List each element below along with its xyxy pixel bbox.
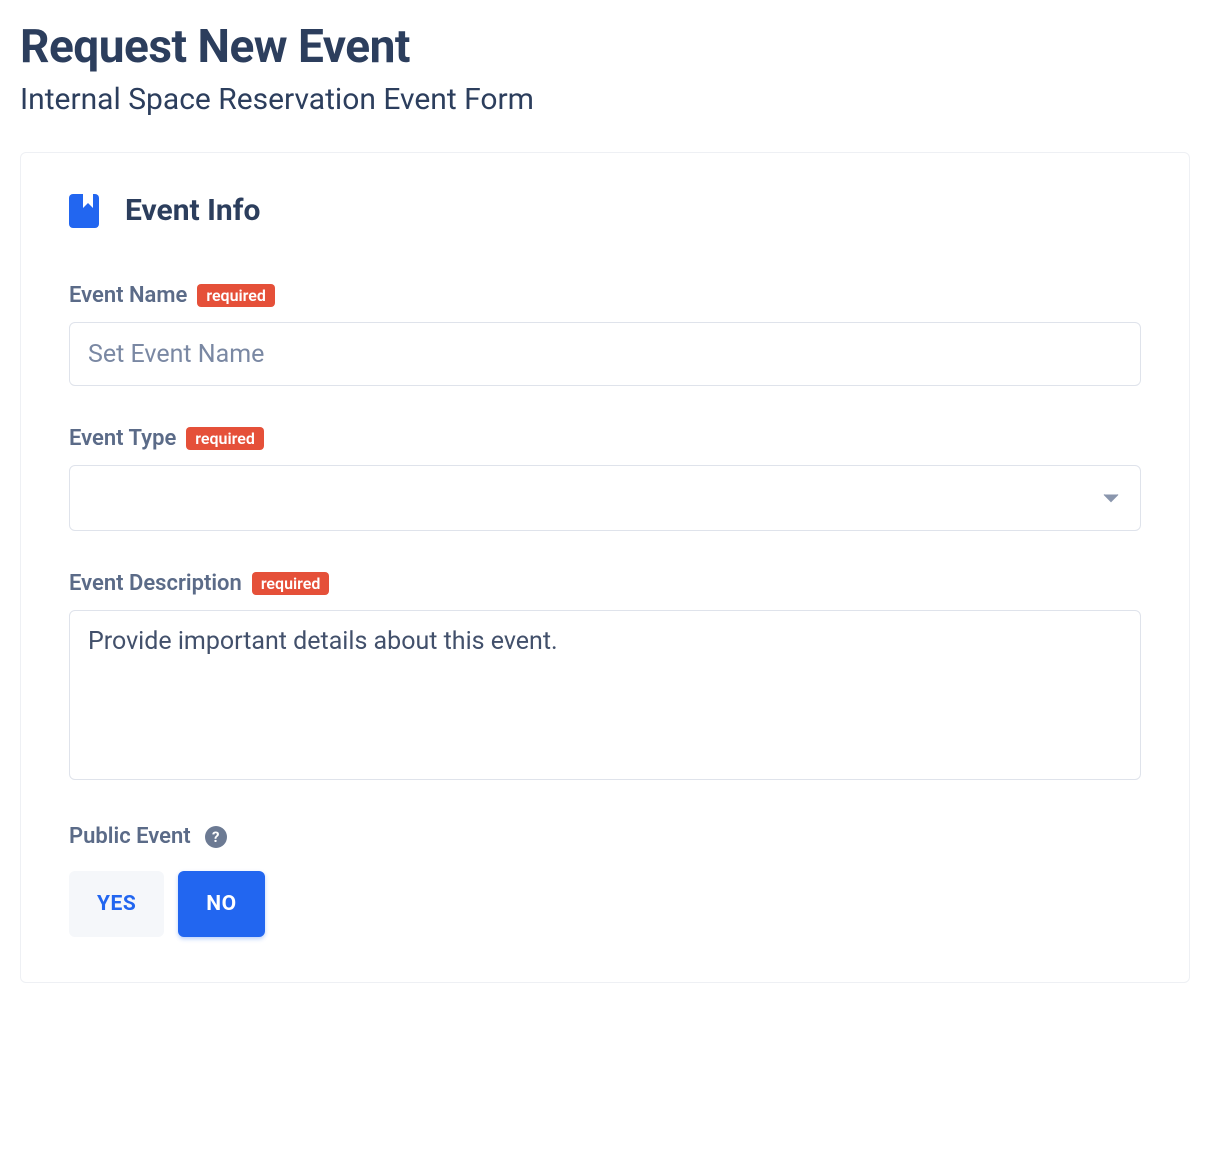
event-description-label-row: Event Description required bbox=[69, 571, 1141, 596]
event-name-group: Event Name required bbox=[69, 283, 1141, 386]
event-type-select[interactable] bbox=[69, 465, 1141, 531]
event-form-card: Event Info Event Name required Event Typ… bbox=[20, 152, 1190, 983]
page-title: Request New Event bbox=[20, 20, 1190, 74]
page-subtitle: Internal Space Reservation Event Form bbox=[20, 82, 1190, 117]
required-badge: required bbox=[197, 284, 275, 307]
section-header: Event Info bbox=[69, 193, 1141, 228]
public-event-label-row: Public Event ? bbox=[69, 824, 1141, 849]
public-event-group: Public Event ? YES NO bbox=[69, 824, 1141, 937]
public-event-no-button[interactable]: NO bbox=[178, 871, 264, 937]
event-description-textarea[interactable] bbox=[69, 610, 1141, 780]
public-event-label: Public Event bbox=[69, 824, 191, 849]
event-name-input[interactable] bbox=[69, 322, 1141, 386]
event-type-label: Event Type bbox=[69, 426, 176, 451]
event-type-label-row: Event Type required bbox=[69, 426, 1141, 451]
event-type-group: Event Type required bbox=[69, 426, 1141, 531]
required-badge: required bbox=[252, 572, 330, 595]
event-name-label: Event Name bbox=[69, 283, 187, 308]
event-name-label-row: Event Name required bbox=[69, 283, 1141, 308]
help-icon[interactable]: ? bbox=[205, 826, 227, 848]
event-type-select-wrapper bbox=[69, 465, 1141, 531]
event-description-group: Event Description required bbox=[69, 571, 1141, 784]
public-event-yes-button[interactable]: YES bbox=[69, 871, 164, 937]
required-badge: required bbox=[186, 427, 264, 450]
public-event-toggle: YES NO bbox=[69, 871, 1141, 937]
bookmark-icon bbox=[69, 194, 99, 228]
event-description-label: Event Description bbox=[69, 571, 242, 596]
section-title: Event Info bbox=[125, 193, 260, 228]
